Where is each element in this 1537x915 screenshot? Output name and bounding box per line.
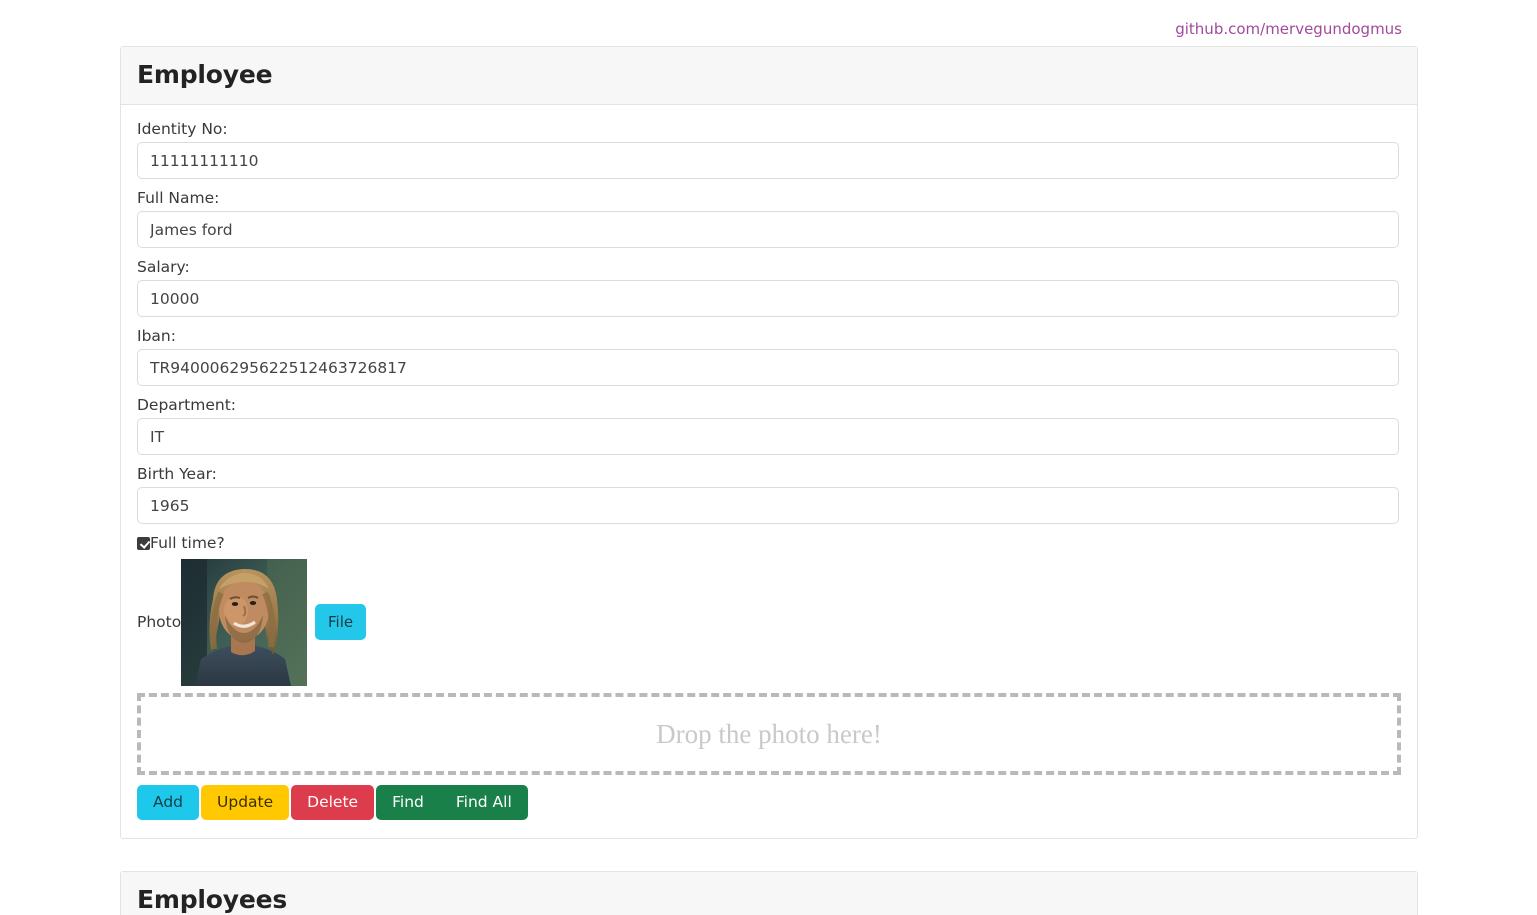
- employee-card-header: Employee: [121, 47, 1417, 105]
- full-time-label: Full time?: [150, 534, 225, 552]
- find-all-button[interactable]: Find All: [439, 785, 528, 820]
- photo-image: [181, 558, 307, 686]
- file-upload-button[interactable]: File: [315, 604, 367, 640]
- employees-table-card: Employees No Photo Identity Full Name Ib…: [120, 871, 1418, 915]
- photo-dropzone[interactable]: Drop the photo here!: [137, 693, 1401, 775]
- topbar: github.com/mervegundogmus: [0, 0, 1537, 46]
- employees-card-header: Employees: [121, 872, 1417, 915]
- salary-input[interactable]: [137, 280, 1399, 317]
- full-name-label: Full Name:: [137, 189, 220, 207]
- page-content: Employee Identity No: Full Name: Salary:…: [0, 46, 1537, 915]
- delete-button[interactable]: Delete: [291, 785, 375, 820]
- identity-no-input[interactable]: [137, 142, 1399, 179]
- dropzone-text: Drop the photo here!: [656, 718, 882, 749]
- department-label: Department:: [137, 396, 237, 414]
- employee-photo-thumbnail: [181, 558, 307, 686]
- employee-form-card: Employee Identity No: Full Name: Salary:…: [120, 46, 1418, 839]
- add-button[interactable]: Add: [137, 785, 200, 820]
- page-title: Employee: [137, 60, 273, 89]
- photo-row: Photo File: [137, 557, 1401, 687]
- full-time-checkbox[interactable]: [137, 536, 150, 550]
- form-actions: Add Update Delete Find Find All: [137, 785, 1401, 820]
- employee-card-body: Identity No: Full Name: Salary: Iban: De…: [121, 105, 1417, 838]
- department-input[interactable]: [137, 418, 1399, 455]
- birth-year-label: Birth Year:: [137, 465, 217, 483]
- identity-no-label: Identity No:: [137, 120, 228, 138]
- find-button[interactable]: Find: [376, 785, 440, 820]
- update-button[interactable]: Update: [201, 785, 290, 820]
- iban-label: Iban:: [137, 327, 176, 345]
- photo-label: Photo: [137, 613, 182, 631]
- full-name-input[interactable]: [137, 211, 1399, 248]
- github-repo-link[interactable]: github.com/mervegundogmus: [1175, 20, 1402, 38]
- birth-year-input[interactable]: [137, 487, 1399, 524]
- salary-label: Salary:: [137, 258, 190, 276]
- full-time-row: Full time?: [137, 533, 1401, 553]
- iban-input[interactable]: [137, 349, 1399, 386]
- employees-title: Employees: [137, 885, 288, 914]
